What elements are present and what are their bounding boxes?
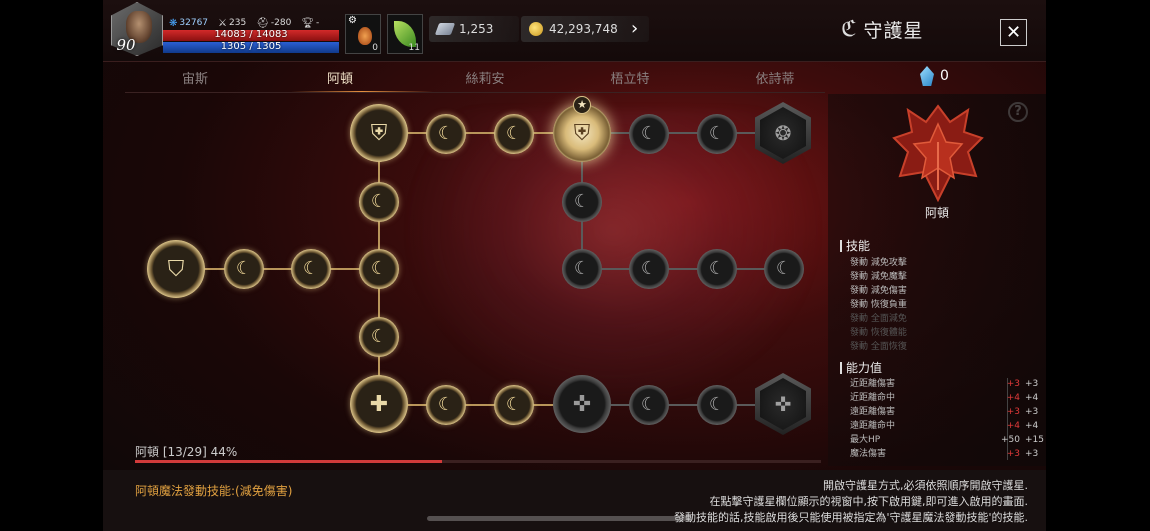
star-tree: ⛉ ☾ ☾ ☾ ☾ ☾ ⛨ ☾ ☾ ⛨ ★ ☾ ☾ ❂ ☾ ☾ ☾ ☾ ☾ ✚ …	[103, 0, 823, 470]
attributes-title: 能力值	[840, 362, 882, 374]
attr-row: 魔法傷害 +3 +3	[850, 449, 1039, 459]
instruction-line: 開啟守護星方式,必須依照順序開啟守護星.	[823, 479, 1028, 492]
skill-item: 發動 恢復負重	[850, 300, 907, 310]
star-node-locked[interactable]: ☾	[562, 249, 602, 289]
star-node[interactable]: ☾	[494, 385, 534, 425]
crescent-moon-icon: ☾	[370, 258, 388, 279]
info-panel: 阿頓 技能 發動 減免攻擊 發動 減免魔擊 發動 減免傷害 發動 恢復負重 發動…	[828, 94, 1046, 466]
crescent-moon-icon: ☾	[640, 258, 658, 279]
star-node[interactable]: ☾	[224, 249, 264, 289]
wreath-crest-icon: ❂	[760, 107, 806, 159]
skill-item-locked: 發動 全面減免	[850, 314, 907, 324]
star-icon: ★	[573, 96, 591, 114]
star-node-hex-locked[interactable]: ❂	[755, 102, 811, 164]
progress-fill	[135, 460, 443, 463]
crescent-moon-icon: ☾	[505, 394, 523, 415]
skill-item-locked: 發動 全面恢復	[850, 342, 907, 352]
crescent-moon-icon: ☾	[505, 123, 523, 144]
skill-item: 發動 減免攻擊	[850, 258, 907, 268]
cross-wreath-icon: ✜	[760, 378, 806, 430]
star-node-locked[interactable]: ☾	[764, 249, 804, 289]
winged-shield-icon: ⛨	[573, 120, 591, 146]
crescent-moon-icon: ☾	[708, 258, 726, 279]
skill-item-locked: 發動 恢復體能	[850, 328, 907, 338]
winged-shield-icon: ⛨	[370, 120, 388, 146]
crescent-moon-icon: ☾	[640, 123, 658, 144]
connector	[176, 268, 380, 270]
footer: 阿頓魔法發動技能:(減免傷害) 開啟守護星方式,必須依照順序開啟守護星. 在點擊…	[103, 470, 1046, 531]
attr-row: 近距離傷害 +3 +3	[850, 379, 1039, 389]
star-node-cross[interactable]: ✚	[350, 375, 408, 433]
panel-star-name: 阿頓	[924, 206, 949, 220]
cross-shield-icon: ✚	[369, 391, 389, 417]
attr-row: 最大HP +50 +15	[850, 435, 1044, 445]
star-node-locked-crest[interactable]: ✜	[553, 375, 611, 433]
attr-row: 近距離命中 +4 +4	[850, 393, 1039, 403]
star-node[interactable]: ☾	[494, 114, 534, 154]
star-node-locked[interactable]: ☾	[697, 114, 737, 154]
window-title: ℭ 守護星	[841, 16, 923, 43]
attr-row: 遠距離命中 +4 +4	[850, 421, 1039, 431]
star-node-root[interactable]: ⛉	[147, 240, 205, 298]
progress-label: 阿頓 [13/29] 44%	[135, 445, 238, 459]
crescent-moon-icon: ☾	[708, 123, 726, 144]
crescent-moon-icon: ☾	[573, 191, 591, 212]
star-node-crest[interactable]: ⛨	[350, 104, 408, 162]
aton-emblem-icon	[892, 104, 984, 203]
star-node-locked[interactable]: ☾	[562, 182, 602, 222]
star-node[interactable]: ☾	[291, 249, 331, 289]
star-node[interactable]: ☾	[359, 182, 399, 222]
skill-item: 發動 減免傷害	[850, 286, 907, 296]
star-node-locked[interactable]: ☾	[629, 249, 669, 289]
crescent-moon-icon: ☾	[235, 258, 253, 279]
cross-wreath-icon: ✜	[572, 391, 592, 417]
star-node-locked[interactable]: ☾	[629, 114, 669, 154]
guardian-star-window: 90 ❋ 32767 ⚔ 235 ⛑ -280 🏆︎ - 14083 / 14083 1…	[103, 0, 1046, 531]
crescent-moon-icon: ☾	[302, 258, 320, 279]
crystal-icon	[920, 66, 934, 86]
star-node-locked[interactable]: ☾	[697, 249, 737, 289]
crescent-moon-icon: ☾	[437, 394, 455, 415]
crescent-moon-icon: ☾	[573, 258, 591, 279]
crescent-moon-icon: ☾	[370, 326, 388, 347]
star-node[interactable]: ☾	[426, 114, 466, 154]
shield-crest-icon: ⛉	[167, 256, 185, 282]
instruction-line: 在點擊守護星欄位顯示的視窗中,按下啟用鍵,即可進入啟用的畫面.	[709, 495, 1029, 508]
crescent-moon-icon: ☾	[640, 394, 658, 415]
crescent-moon-icon: ☾	[437, 123, 455, 144]
window-title-text: 守護星	[863, 20, 924, 42]
star-node-locked[interactable]: ☾	[629, 385, 669, 425]
attr-divider	[1007, 378, 1008, 460]
star-node[interactable]: ☾	[359, 249, 399, 289]
star-node-hex-locked[interactable]: ✜	[755, 373, 811, 435]
skill-item: 發動 減免魔擊	[850, 272, 907, 282]
connector	[581, 268, 785, 270]
star-node[interactable]: ☾	[359, 317, 399, 357]
crescent-moon-icon: ☾	[370, 191, 388, 212]
magic-skill-text: 阿頓魔法發動技能:(減免傷害)	[135, 484, 293, 498]
progress-bar	[135, 460, 821, 463]
crescent-moon-icon: ☾	[775, 258, 793, 279]
skills-title: 技能	[840, 240, 870, 252]
scrollbar[interactable]	[427, 516, 693, 521]
star-node[interactable]: ☾	[426, 385, 466, 425]
attr-row: 遠距離傷害 +3 +3	[850, 407, 1039, 417]
crystal-counter: 0	[920, 66, 949, 86]
star-node-locked[interactable]: ☾	[697, 385, 737, 425]
guardian-star-emblem-icon: ℭ	[841, 17, 858, 42]
close-button[interactable]: ✕	[1000, 19, 1027, 46]
crystal-count: 0	[940, 68, 949, 84]
crescent-moon-icon: ☾	[708, 394, 726, 415]
